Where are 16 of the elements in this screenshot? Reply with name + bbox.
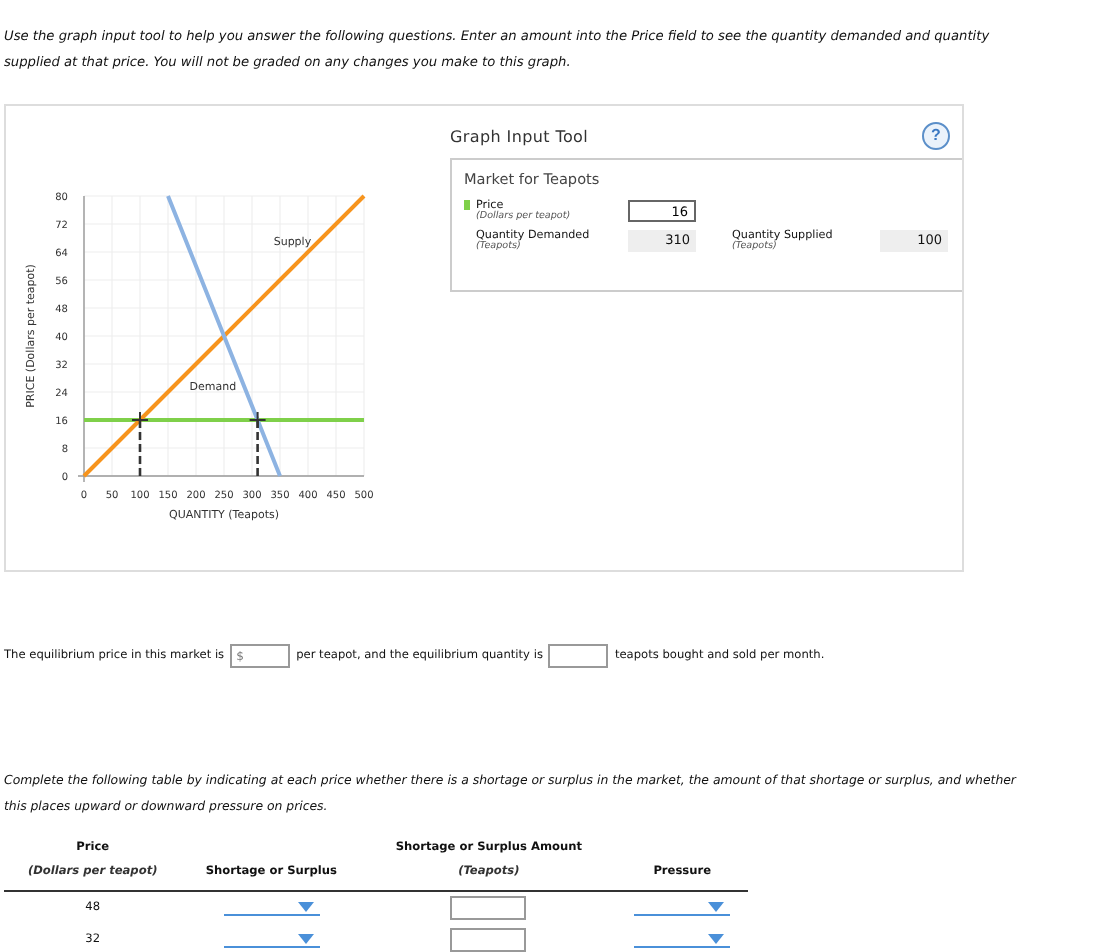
crosshair-marker [131, 411, 149, 476]
dropdown-caret-icon [297, 902, 314, 912]
dropdown-caret-icon [708, 902, 725, 912]
dropdown-caret-icon [708, 934, 725, 944]
quantity-answer-field[interactable] [548, 644, 609, 668]
pressure-dropdown[interactable] [634, 932, 731, 948]
shortage-surplus-dropdown[interactable] [223, 932, 320, 948]
dropdown-caret-icon [297, 934, 314, 944]
shortage-surplus-dropdown[interactable] [223, 900, 320, 916]
amount-field[interactable] [450, 928, 527, 952]
crosshair-marker [248, 411, 267, 476]
pressure-dropdown[interactable] [634, 900, 731, 916]
price-swatch-icon [464, 200, 470, 210]
help-button[interactable]: ? [922, 122, 950, 150]
amount-field[interactable] [450, 896, 527, 920]
tool-title: Graph Input Tool [450, 127, 589, 145]
